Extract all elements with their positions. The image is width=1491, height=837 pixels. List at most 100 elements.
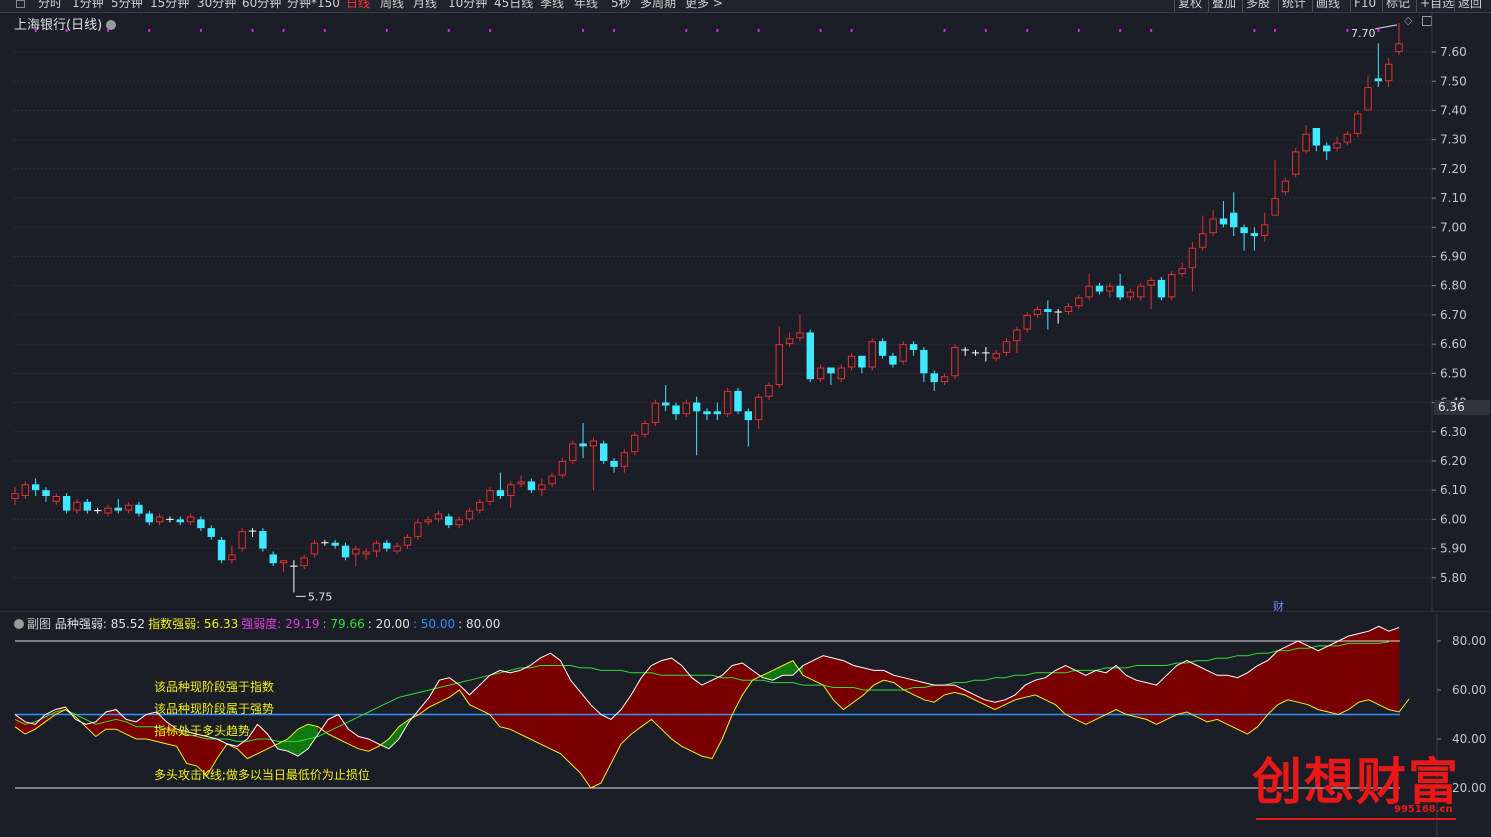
toolbar-button[interactable]: 复权 — [1178, 0, 1202, 9]
candle[interactable] — [1168, 271, 1176, 301]
candle[interactable] — [1240, 224, 1248, 251]
candle[interactable] — [940, 373, 949, 386]
candle[interactable] — [620, 449, 629, 473]
candle[interactable] — [734, 387, 742, 415]
candle[interactable] — [692, 396, 701, 456]
period-tab[interactable]: 年线 — [574, 0, 598, 9]
period-tab[interactable]: 季线 — [540, 0, 564, 9]
candle[interactable] — [837, 364, 845, 383]
candle[interactable] — [548, 472, 556, 488]
candle[interactable] — [1281, 177, 1290, 196]
period-tab[interactable]: 5秒 — [611, 0, 631, 9]
candle[interactable] — [1374, 43, 1383, 88]
finance-marker[interactable]: 财 — [1273, 598, 1284, 614]
candle[interactable] — [765, 382, 773, 400]
candle[interactable] — [1230, 192, 1238, 237]
period-tab[interactable]: 月线 — [413, 0, 437, 9]
period-tab[interactable]: 日线 — [346, 0, 370, 9]
period-tab[interactable]: 更多 > — [685, 0, 723, 9]
candle[interactable] — [352, 545, 360, 567]
candle[interactable] — [1199, 215, 1207, 251]
candle[interactable] — [1219, 201, 1228, 228]
candle[interactable] — [517, 475, 525, 488]
candle[interactable] — [145, 510, 153, 526]
candle[interactable] — [579, 422, 587, 459]
candle[interactable] — [42, 487, 50, 502]
candle[interactable] — [1333, 136, 1341, 152]
period-tab[interactable]: 多周期 — [640, 0, 676, 9]
candle[interactable] — [806, 329, 815, 383]
candle[interactable] — [682, 399, 691, 418]
candle[interactable] — [961, 347, 969, 356]
period-tab[interactable]: 60分钟 — [242, 0, 281, 9]
candle[interactable] — [11, 487, 19, 505]
candle[interactable] — [1384, 57, 1393, 88]
candle[interactable] — [1064, 303, 1073, 315]
candle[interactable] — [217, 536, 226, 564]
candle[interactable] — [73, 498, 81, 514]
candle[interactable] — [1302, 125, 1310, 155]
candle[interactable] — [651, 399, 660, 426]
toolbar-button[interactable]: +自选 — [1420, 0, 1454, 9]
candle[interactable] — [661, 385, 670, 412]
candle[interactable] — [393, 542, 401, 555]
candle[interactable] — [930, 370, 938, 391]
candle[interactable] — [527, 478, 536, 494]
candle[interactable] — [1054, 309, 1062, 324]
candle[interactable] — [1291, 148, 1300, 178]
candle[interactable] — [951, 344, 959, 380]
candle[interactable] — [1157, 276, 1166, 301]
candle[interactable] — [992, 349, 1000, 362]
candle[interactable] — [62, 493, 71, 514]
period-tab[interactable]: 周线 — [380, 0, 404, 9]
period-tab[interactable]: 分钟*150 — [287, 0, 340, 9]
candle[interactable] — [1023, 312, 1031, 333]
candle[interactable] — [383, 539, 391, 552]
candle[interactable] — [899, 341, 907, 365]
candle[interactable] — [1095, 282, 1104, 295]
candle[interactable] — [744, 408, 753, 447]
candle[interactable] — [816, 364, 825, 383]
candle[interactable] — [785, 332, 794, 348]
candle[interactable] — [858, 355, 866, 374]
toolbar-button[interactable]: 统计 — [1282, 0, 1306, 9]
candle[interactable] — [754, 393, 763, 429]
candle[interactable] — [1147, 276, 1155, 310]
candle[interactable] — [104, 504, 112, 517]
candle[interactable] — [1013, 326, 1021, 353]
candle[interactable] — [279, 560, 288, 572]
candle[interactable] — [248, 528, 257, 537]
candle[interactable] — [21, 481, 30, 499]
toolbar-button[interactable]: 返回 — [1458, 0, 1482, 9]
toolbar-button[interactable]: 标记 — [1386, 0, 1410, 9]
candle[interactable] — [920, 347, 928, 383]
candle[interactable] — [1343, 130, 1352, 146]
candle[interactable] — [1178, 262, 1186, 277]
period-tab[interactable]: 45日线 — [494, 0, 533, 9]
candle[interactable] — [1106, 282, 1114, 298]
candle[interactable] — [1322, 142, 1331, 161]
candle[interactable] — [1075, 294, 1083, 310]
candle[interactable] — [1353, 110, 1362, 137]
candle[interactable] — [1250, 227, 1259, 251]
period-tab[interactable]: 5分钟 — [111, 0, 143, 9]
period-tab[interactable]: 分时 — [38, 0, 62, 9]
toolbar-button[interactable]: 多股 — [1246, 0, 1270, 9]
candle[interactable] — [1116, 274, 1124, 301]
candle[interactable] — [414, 519, 422, 540]
period-tab[interactable]: 1分钟 — [72, 0, 104, 9]
candle[interactable] — [93, 507, 102, 514]
candle[interactable] — [372, 539, 381, 558]
candle[interactable] — [496, 472, 505, 499]
candle[interactable] — [197, 516, 205, 532]
candle[interactable] — [599, 440, 608, 464]
candle[interactable] — [186, 513, 195, 526]
toolbar-button[interactable]: 画线 — [1316, 0, 1340, 9]
candle[interactable] — [259, 528, 267, 552]
candle[interactable] — [31, 478, 40, 497]
candle[interactable] — [878, 338, 887, 359]
candle[interactable] — [434, 510, 443, 523]
candle[interactable] — [610, 458, 618, 473]
candle[interactable] — [971, 349, 980, 356]
candle[interactable] — [796, 314, 804, 342]
